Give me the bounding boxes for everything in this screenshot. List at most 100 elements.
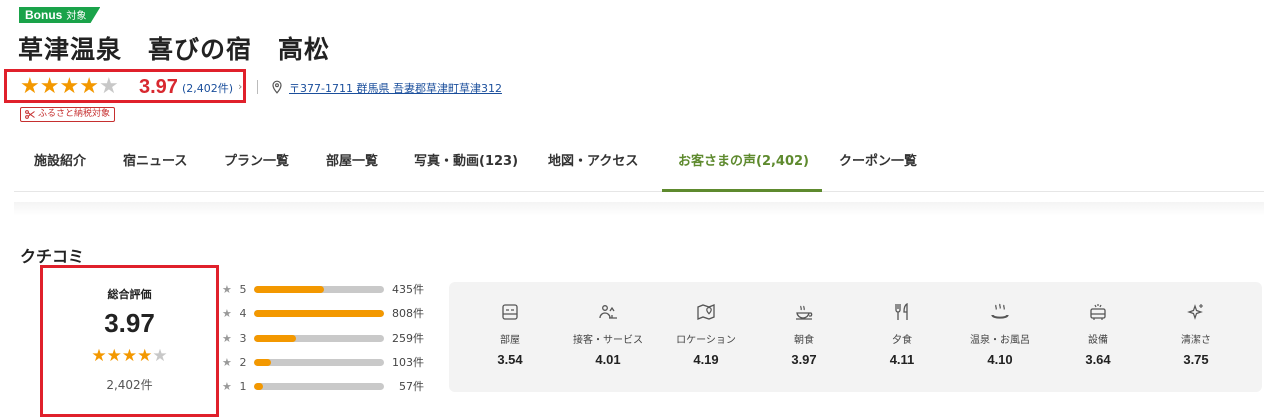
dist-star-level: 2	[239, 355, 247, 369]
service-icon	[599, 305, 617, 319]
tab-coupons[interactable]: クーポン一覧	[839, 142, 917, 192]
dist-count: 259件	[392, 332, 424, 345]
category-score: 4.01	[595, 352, 621, 367]
overall-review-count: 2,402件	[106, 378, 153, 392]
category-score: 3.64	[1085, 352, 1111, 367]
onsen-icon	[991, 303, 1009, 319]
active-tab-indicator	[662, 189, 822, 192]
star-icon: ★	[91, 346, 107, 366]
overall-stars: ★★★★★	[43, 345, 216, 367]
star-icon: ★	[222, 355, 232, 369]
category-label: 接客・サービス	[573, 335, 643, 346]
dist-star-level: 5	[239, 282, 247, 296]
category-label: 温泉・お風呂	[970, 335, 1030, 346]
tab-rooms[interactable]: 部屋一覧	[326, 142, 378, 192]
tab-plans[interactable]: プラン一覧	[224, 142, 289, 192]
star-icon: ★	[222, 282, 232, 296]
distribution-row-5[interactable]: ★ 5 435件	[222, 282, 424, 297]
dist-count: 57件	[399, 380, 424, 393]
dist-bar-fill	[254, 358, 271, 366]
dist-bar	[254, 358, 384, 366]
bonus-badge: Bonus 対象	[19, 7, 101, 23]
category-score: 3.54	[497, 352, 523, 367]
breakfast-icon	[796, 305, 813, 320]
furusato-badge: ふるさと納税対象	[20, 107, 116, 122]
sparkle-icon	[1187, 304, 1203, 320]
overall-score: 3.97	[104, 308, 155, 338]
location-pin-icon	[272, 80, 282, 94]
facility-icon	[1090, 304, 1106, 320]
star-icon: ★	[79, 74, 99, 99]
dist-bar	[254, 285, 384, 293]
distribution-row-3[interactable]: ★ 3 259件	[222, 331, 424, 346]
dist-count: 435件	[392, 283, 424, 296]
star-icon: ★	[20, 74, 40, 99]
category-location: ロケーション 4.19	[657, 282, 755, 392]
rating-score: 3.97	[139, 76, 178, 98]
distribution-row-2[interactable]: ★ 2 103件	[222, 355, 424, 370]
category-scores-panel: 部屋 3.54 接客・サービス 4.01 ロケーション 4.19 朝食 3.97…	[449, 282, 1262, 392]
map-pin-icon	[697, 304, 715, 320]
distribution-row-1[interactable]: ★ 1 57件	[222, 379, 424, 394]
scissors-icon	[25, 110, 35, 119]
furusato-label: ふるさと納税対象	[38, 109, 111, 119]
tab-inn-news[interactable]: 宿ニュース	[123, 142, 187, 192]
star-icon: ★	[222, 331, 232, 345]
category-breakfast: 朝食 3.97	[755, 282, 853, 392]
category-label: 清潔さ	[1181, 335, 1211, 346]
address-link[interactable]: 〒377-1711 群馬県 吾妻郡草津町草津312	[289, 80, 502, 96]
tab-photos[interactable]: 写真・動画(123)	[414, 142, 518, 192]
category-score: 4.19	[693, 352, 719, 367]
category-label: 設備	[1088, 335, 1108, 346]
category-label: 朝食	[794, 335, 814, 346]
category-label: 夕食	[892, 335, 912, 346]
tab-facility-info[interactable]: 施設紹介	[34, 142, 86, 192]
category-cleanliness: 清潔さ 3.75	[1147, 282, 1245, 392]
star-empty-icon: ★	[152, 346, 168, 366]
category-label: 部屋	[500, 335, 520, 346]
tab-reviews[interactable]: お客さまの声(2,402)	[678, 142, 809, 192]
star-icon: ★	[106, 346, 122, 366]
dist-star-level: 4	[239, 306, 247, 320]
star-icon: ★	[121, 346, 138, 366]
category-service: 接客・サービス 4.01	[559, 282, 657, 392]
dinner-icon	[895, 302, 908, 320]
dist-bar	[254, 382, 384, 390]
rating-stars: ★ ★ ★ ★ ★	[20, 76, 119, 98]
tab-map-access[interactable]: 地図・アクセス	[548, 142, 638, 192]
category-room: 部屋 3.54	[461, 282, 559, 392]
hotel-title: 草津温泉 喜びの宿 高松	[18, 35, 331, 64]
star-icon: ★	[222, 306, 232, 320]
dist-count: 808件	[392, 307, 424, 320]
dist-count: 103件	[392, 356, 424, 369]
category-onsen: 温泉・お風呂 4.10	[951, 282, 1049, 392]
star-icon: ★	[59, 74, 80, 99]
dist-star-level: 1	[239, 379, 247, 393]
dist-bar-fill	[254, 309, 384, 317]
category-score: 4.10	[987, 352, 1013, 367]
review-count-link[interactable]: (2,402件)	[182, 80, 233, 96]
dist-star-level: 3	[239, 331, 247, 345]
dist-bar-fill	[254, 334, 296, 342]
divider	[257, 80, 258, 94]
star-empty-icon: ★	[98, 74, 119, 99]
chevron-right-icon[interactable]: ›	[238, 80, 242, 93]
category-facility: 設備 3.64	[1049, 282, 1147, 392]
star-icon: ★	[39, 74, 60, 99]
facility-tab-nav: 施設紹介 宿ニュース プラン一覧 部屋一覧 写真・動画(123) 地図・アクセス…	[14, 142, 1264, 192]
reviews-heading: クチコミ	[20, 247, 85, 266]
overall-label: 総合評価	[107, 288, 152, 301]
star-icon: ★	[222, 379, 232, 393]
star-icon: ★	[137, 346, 153, 366]
bed-icon	[502, 304, 518, 320]
category-score: 3.97	[791, 352, 817, 367]
dist-bar-fill	[254, 382, 264, 390]
category-score: 3.75	[1183, 352, 1209, 367]
dist-bar-fill	[254, 285, 325, 293]
overall-rating-card: 総合評価 3.97 ★★★★★ 2,402件	[40, 265, 219, 417]
category-label: ロケーション	[676, 335, 736, 346]
category-score: 4.11	[889, 352, 915, 367]
distribution-row-4[interactable]: ★ 4 808件	[222, 306, 424, 321]
dist-bar	[254, 309, 384, 317]
category-dinner: 夕食 4.11	[853, 282, 951, 392]
